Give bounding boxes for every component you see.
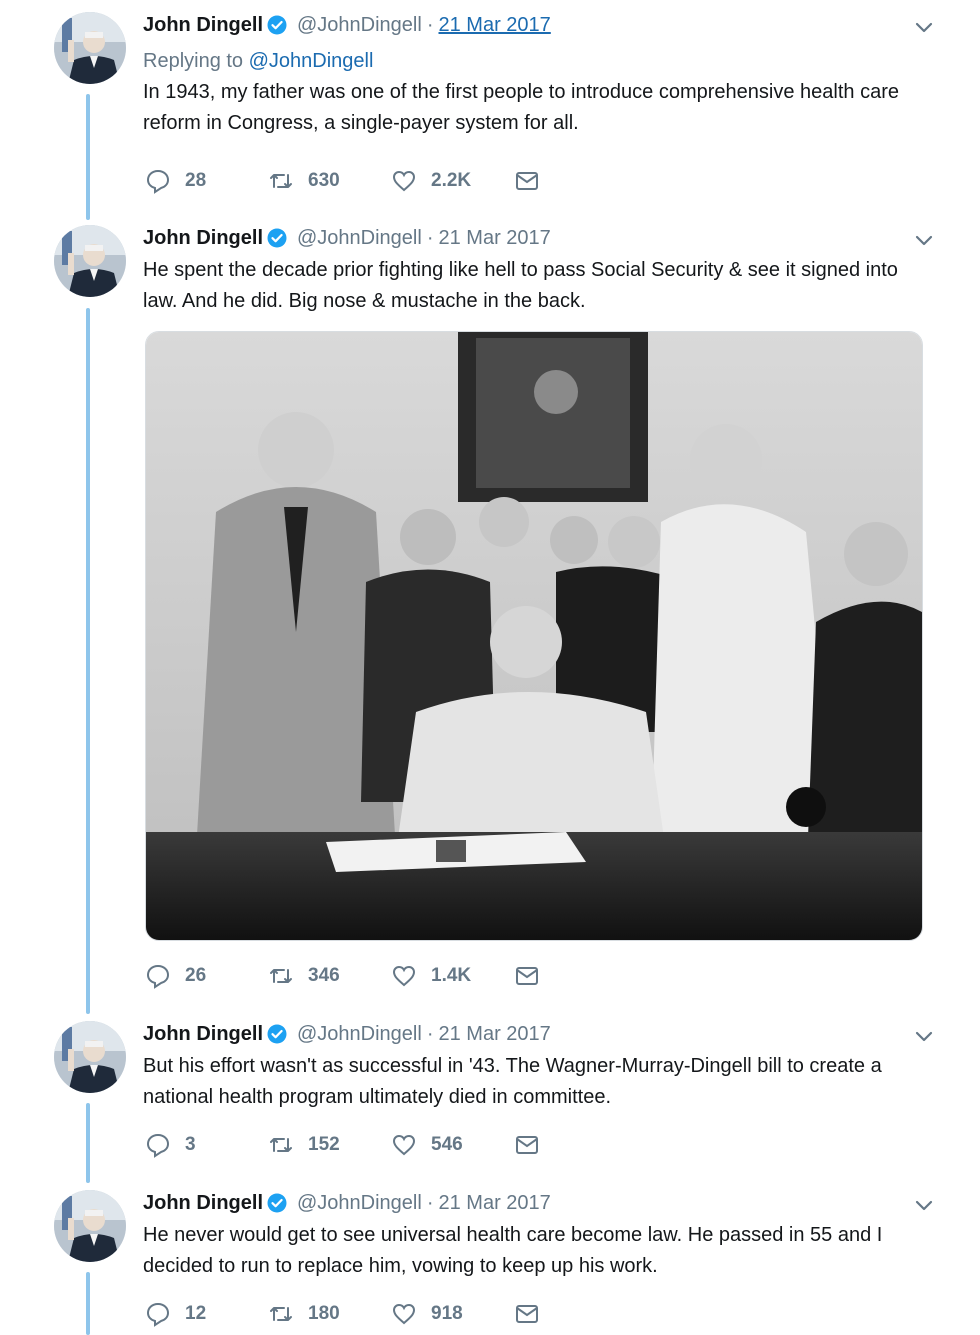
reply-count: 3	[185, 1134, 196, 1155]
thread-line	[86, 308, 90, 1014]
author-handle[interactable]: @JohnDingell	[297, 227, 422, 250]
retweet-count: 152	[308, 1134, 340, 1155]
tweet-date[interactable]: 21 Mar 2017	[439, 227, 551, 250]
tweet-date-link[interactable]: 21 Mar 2017	[439, 14, 551, 37]
verified-badge-icon	[267, 228, 287, 248]
envelope-icon	[516, 1136, 538, 1154]
reply-count: 26	[185, 965, 207, 986]
verified-badge-icon	[267, 1193, 287, 1213]
reply-icon	[146, 169, 170, 194]
chevron-down-icon[interactable]	[913, 229, 935, 251]
tweet-header: John Dingell @JohnDingell · 21 Mar 2017	[143, 1021, 923, 1047]
tweet-text: He never would get to see universal heal…	[143, 1224, 883, 1277]
reply-button[interactable]: 3	[145, 1132, 268, 1158]
like-button[interactable]: 2.2K	[391, 168, 514, 194]
direct-message-button[interactable]	[514, 963, 554, 989]
tweet-header: John Dingell @JohnDingell · 21 Mar 2017	[143, 1190, 923, 1216]
chevron-down-icon[interactable]	[913, 1194, 935, 1216]
thread-line	[86, 1272, 90, 1335]
tweet-text: He spent the decade prior fighting like …	[143, 259, 898, 312]
author-handle[interactable]: @JohnDingell	[297, 1192, 422, 1215]
retweet-count: 180	[308, 1303, 340, 1324]
replying-to-label: Replying to	[143, 50, 244, 72]
like-button[interactable]: 918	[391, 1301, 514, 1327]
tweet-actions: 26 346 1.4K	[145, 961, 554, 991]
reply-count: 12	[185, 1303, 207, 1324]
tweet-text: In 1943, my father was one of the first …	[143, 81, 899, 134]
tweet-actions: 12 180 918	[145, 1299, 554, 1329]
author-name[interactable]: John Dingell	[143, 14, 263, 37]
author-name[interactable]: John Dingell	[143, 1192, 263, 1215]
retweet-button[interactable]: 346	[268, 963, 391, 989]
author-handle[interactable]: @JohnDingell	[297, 1023, 422, 1046]
reply-count: 28	[185, 170, 207, 191]
retweet-icon	[270, 969, 292, 983]
like-count: 546	[431, 1134, 463, 1155]
tweet-actions: 28 630 2.2K	[145, 166, 554, 196]
tweet-header: John Dingell @JohnDingell · 21 Mar 2017	[143, 12, 923, 38]
reply-button[interactable]: 26	[145, 963, 268, 989]
author-name[interactable]: John Dingell	[143, 1023, 263, 1046]
like-count: 918	[431, 1303, 463, 1324]
envelope-icon	[516, 172, 538, 190]
direct-message-button[interactable]	[514, 168, 554, 194]
like-button[interactable]: 546	[391, 1132, 514, 1158]
tweet-date[interactable]: 21 Mar 2017	[439, 1192, 551, 1215]
verified-badge-icon	[267, 15, 287, 35]
reply-button[interactable]: 12	[145, 1301, 268, 1327]
retweet-icon	[270, 1307, 292, 1321]
direct-message-button[interactable]	[514, 1132, 554, 1158]
heart-icon	[392, 965, 416, 987]
author-handle[interactable]: @JohnDingell	[297, 14, 422, 37]
replying-to: Replying to @JohnDingell	[143, 50, 923, 73]
tweet-actions: 3 152 546	[145, 1130, 554, 1160]
retweet-icon	[270, 174, 292, 188]
like-count: 1.4K	[431, 965, 472, 986]
verified-badge-icon	[267, 1024, 287, 1044]
envelope-icon	[516, 1305, 538, 1323]
like-button[interactable]: 1.4K	[391, 963, 514, 989]
retweet-button[interactable]: 152	[268, 1132, 391, 1158]
header-separator: ·	[426, 13, 434, 36]
chevron-down-icon[interactable]	[913, 16, 935, 38]
avatar[interactable]	[54, 12, 126, 84]
retweet-count: 630	[308, 170, 340, 191]
envelope-icon	[516, 967, 538, 985]
direct-message-button[interactable]	[514, 1301, 554, 1327]
retweet-button[interactable]: 630	[268, 168, 391, 194]
heart-icon	[392, 1134, 416, 1156]
retweet-count: 346	[308, 965, 340, 986]
reply-button[interactable]: 28	[145, 168, 268, 194]
header-separator: ·	[426, 226, 434, 249]
reply-icon	[146, 1302, 170, 1327]
reply-icon	[146, 964, 170, 989]
reply-icon	[146, 1133, 170, 1158]
author-name[interactable]: John Dingell	[143, 227, 263, 250]
header-separator: ·	[426, 1191, 434, 1214]
tweet-header: John Dingell @JohnDingell · 21 Mar 2017	[143, 225, 923, 251]
chevron-down-icon[interactable]	[913, 1025, 935, 1047]
thread-line	[86, 1103, 90, 1183]
tweet-text: But his effort wasn't as successful in '…	[143, 1055, 882, 1108]
replying-to-mention[interactable]: @JohnDingell	[249, 50, 374, 72]
avatar[interactable]	[54, 225, 126, 297]
thread-line	[86, 94, 90, 220]
avatar[interactable]	[54, 1190, 126, 1262]
header-separator: ·	[426, 1022, 434, 1045]
retweet-icon	[270, 1138, 292, 1152]
heart-icon	[392, 1303, 416, 1325]
heart-icon	[392, 170, 416, 192]
tweet-photo[interactable]	[145, 331, 923, 941]
avatar[interactable]	[54, 1021, 126, 1093]
retweet-button[interactable]: 180	[268, 1301, 391, 1327]
tweet-date[interactable]: 21 Mar 2017	[439, 1023, 551, 1046]
like-count: 2.2K	[431, 170, 472, 191]
